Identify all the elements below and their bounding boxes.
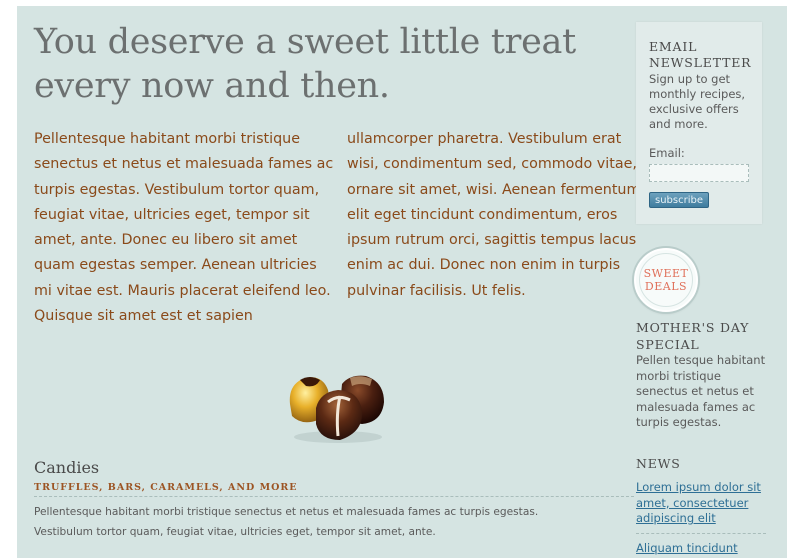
special-title: MOTHER'S DAY SPECIAL — [636, 320, 750, 352]
intro-text-column-2: ullamcorper pharetra. Vestibulum erat wi… — [347, 131, 645, 299]
badge-line-2: DEALS — [644, 280, 688, 293]
email-input[interactable] — [649, 164, 749, 182]
sweet-deals-badge[interactable]: SWEET DEALS — [634, 248, 698, 312]
badge-text: SWEET DEALS — [636, 267, 696, 293]
intro-text-column-1: Pellentesque habitant morbi tristique se… — [34, 131, 334, 325]
newsletter-box: EMAIL NEWSLETTER Sign up to get monthly … — [636, 22, 762, 224]
badge-line-1: SWEET — [643, 267, 689, 280]
email-label: Email: — [649, 146, 685, 160]
newsletter-title: EMAIL NEWSLETTER — [649, 39, 752, 70]
newsletter-description: Sign up to get monthly recipes, exclusiv… — [649, 72, 746, 131]
candies-title: Candies — [34, 458, 100, 477]
candies-divider — [34, 496, 634, 497]
news-link-1[interactable]: Lorem ipsum dolor sit amet, consectetuer… — [636, 480, 776, 527]
special-text: Pellen tesque habitant morbi tristique s… — [636, 353, 766, 429]
candies-text: Pellentesque habitant morbi tristique se… — [34, 506, 539, 538]
page-headline: You deserve a sweet little treat every n… — [34, 22, 576, 106]
chocolates-image — [289, 375, 384, 443]
news-divider — [636, 533, 766, 534]
candies-subtitle: TRUFFLES, BARS, CARAMELS, AND MORE — [34, 482, 298, 493]
page-container: You deserve a sweet little treat every n… — [17, 6, 787, 558]
news-title: NEWS — [636, 456, 681, 471]
subscribe-button[interactable]: subscribe — [649, 192, 709, 208]
news-link-2[interactable]: Aliquam tincidunt — [636, 541, 776, 557]
